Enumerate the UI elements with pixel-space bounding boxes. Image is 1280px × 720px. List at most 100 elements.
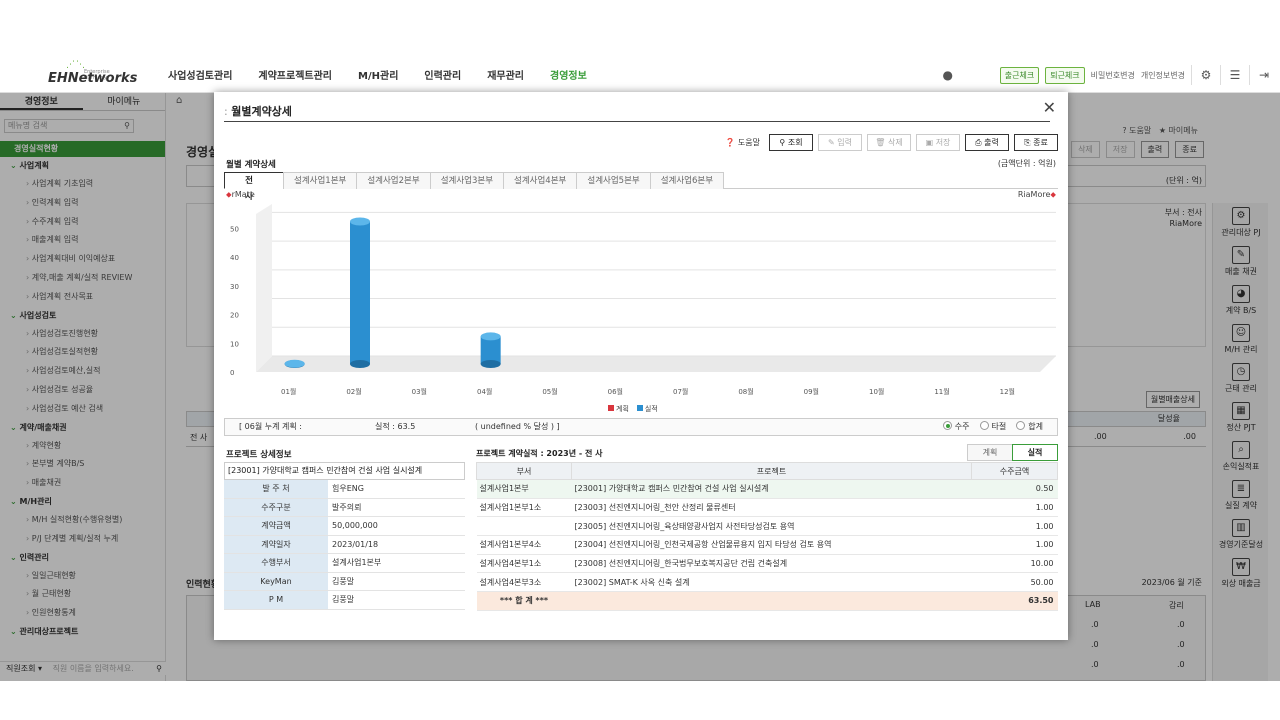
bar-actual	[480, 336, 501, 364]
divider	[1249, 65, 1250, 85]
bar-actual	[350, 221, 370, 364]
logo[interactable]: ⋰⋱ Enterprise Harmony EHNetworks	[44, 60, 138, 90]
menu-item[interactable]: 사업성검토관리	[168, 67, 232, 82]
x-tick-label: 12월	[1000, 387, 1015, 396]
monthly-contract-chart: 0 10 20 30 40 50 01월 02월 03월 04월 05월 06월 07월 08월 09월 10…	[224, 200, 1058, 418]
menu-icon[interactable]: ☰	[1227, 67, 1243, 83]
detail-project-name: [23001] 가양대학교 캠퍼스 민간참여 건설 사업 실시설계	[224, 462, 465, 480]
project-detail: [23001] 가양대학교 캠퍼스 민간참여 건설 사업 실시설계 발 주 처힘…	[224, 462, 465, 610]
tab-dept[interactable]: 설계사업1본부	[283, 172, 358, 189]
x-tick-label: 04월	[477, 387, 492, 396]
rmate-label: ⬥rMate	[226, 190, 255, 199]
dept-tabs: 전 사 설계사업1본부 설계사업2본부 설계사업3본부 설계사업4본부 설계사업…	[224, 172, 1058, 202]
plan-actual-tabs: 계획 실적	[967, 444, 1058, 461]
y-tick-label: 0	[230, 369, 234, 377]
search-button[interactable]: ⚲ 조회	[769, 134, 813, 151]
top-nav: ⋰⋱ Enterprise Harmony EHNetworks 사업성검토관리…	[0, 55, 1280, 93]
close-button[interactable]: ⎘ 종료	[1014, 134, 1058, 151]
checkin-button[interactable]: 출근체크	[999, 66, 1040, 84]
detail-row: 계약금액 50,000,000	[224, 517, 465, 536]
bar-actual-base	[350, 360, 370, 368]
y-tick-label: 20	[230, 312, 239, 320]
section-title: 프로젝트 계약실적 : 2023년 - 전 사	[476, 449, 603, 458]
nav-right: ● 출근체크 퇴근체크 비밀번호변경 개인정보변경 ⚙ ☰ ⇥	[940, 65, 1272, 85]
tab-dept[interactable]: 설계사업3본부	[429, 172, 505, 189]
table-row[interactable]: 설계사업1본부 [23001] 가양대학교 캠퍼스 민간참여 건설 사업 실시설계…	[476, 479, 1058, 499]
tab-dept[interactable]: 설계사업5본부	[576, 172, 651, 189]
help-button[interactable]: ❓ 도움말	[725, 137, 760, 148]
unit-label: (금액단위 : 억원)	[997, 159, 1056, 168]
menu-item-active[interactable]: 경영정보	[550, 67, 587, 82]
y-tick-label: 10	[230, 340, 239, 348]
logo-text: EHNetworks	[48, 71, 138, 86]
divider	[1220, 65, 1221, 85]
print-icon: ⎙	[975, 138, 982, 147]
x-tick-label: 07월	[673, 387, 688, 396]
x-tick-label: 01월	[281, 387, 296, 396]
legend-item-plan: 계획	[608, 404, 629, 414]
tab-plan[interactable]: 계획	[967, 444, 1013, 461]
checkout-button[interactable]: 퇴근체크	[1045, 66, 1085, 84]
tab-all[interactable]: 전 사	[224, 172, 284, 202]
col-header: 수주금액	[971, 462, 1058, 480]
radio-total[interactable]: 합계	[1016, 419, 1043, 435]
x-tick-label: 05월	[542, 387, 557, 396]
main-menu: 사업성검토관리 계약프로젝트관리 M/H관리 인력관리 재무관리 경영정보	[168, 67, 613, 82]
x-tick-label: 03월	[412, 387, 427, 396]
col-header: 부서	[476, 462, 572, 480]
save-button[interactable]: ▣ 저장	[916, 134, 960, 151]
contract-table: 부서 프로젝트 수주금액 설계사업1본부 [23001] 가양대학교 캠퍼스 민간…	[476, 462, 1058, 611]
exit-icon: ⎘	[1024, 138, 1031, 147]
total-row: *** 합 계 *** 63.50	[476, 591, 1058, 611]
radio-order[interactable]: 수주	[942, 419, 970, 435]
type-radio-group: 수주 타절 합계	[942, 419, 1043, 435]
modal-toolbar: ❓ 도움말 ⚲ 조회 ✎ 입력 🗑 삭제 ▣ 저장 ⎙ 출력 ⎘ 종료	[725, 134, 1058, 151]
detail-row: 발 주 처 힘우ENG	[224, 480, 465, 499]
table-row[interactable]: 설계사업1본부4소 [23004] 선진엔지니어링_인천국제공항 산업물류용지 입…	[476, 535, 1058, 555]
tab-dept[interactable]: 설계사업4본부	[503, 172, 578, 189]
section-title: 프로젝트 상세정보	[226, 450, 292, 460]
detail-row: 계약일자 2023/01/18	[224, 535, 465, 554]
menu-item[interactable]: 계약프로젝트관리	[258, 67, 332, 82]
divider	[1191, 65, 1192, 85]
x-tick-label: 02월	[346, 387, 361, 396]
tab-dept[interactable]: 설계사업6본부	[649, 172, 725, 189]
menu-item[interactable]: 인력관리	[424, 67, 461, 82]
table-row[interactable]: 설계사업4본부3소 [23002] SMAT-K 사옥 신축 설계 50.00	[476, 572, 1058, 593]
gear-icon[interactable]: ⚙	[1198, 67, 1214, 83]
tab-actual[interactable]: 실적	[1012, 444, 1058, 461]
radio-cancel[interactable]: 타절	[979, 419, 1006, 435]
table-row[interactable]: 설계사업4본부1소 [23008] 선진엔지니어링_한국법무보호복지공단 건립 건…	[476, 554, 1058, 574]
menu-item[interactable]: M/H관리	[358, 67, 398, 82]
print-button[interactable]: ⎙ 출력	[965, 134, 1009, 151]
user-icon[interactable]: ●	[940, 67, 956, 83]
summary-plan: [ 06월 누계 계획 :	[239, 422, 302, 431]
info-change-link[interactable]: 개인정보변경	[1141, 70, 1185, 81]
help-icon: ❓	[725, 138, 736, 147]
close-icon[interactable]: ✕	[1043, 98, 1056, 117]
chart-legend: 계획 실적	[608, 404, 658, 414]
detail-row: KeyMan 김풍말	[224, 572, 465, 591]
detail-row: P M 김풍말	[224, 591, 465, 610]
chart-side-wall	[256, 204, 272, 372]
x-tick-label: 10월	[869, 387, 884, 396]
bar-actual-base	[480, 360, 501, 368]
input-button[interactable]: ✎ 입력	[818, 134, 862, 151]
table-row[interactable]: 설계사업1본부1소 [23003] 선진엔지니어링_천안 산정리 물류센터 1.00	[476, 498, 1058, 518]
delete-button[interactable]: 🗑 삭제	[867, 134, 911, 151]
bar-actual-top	[284, 359, 305, 368]
tab-dept[interactable]: 설계사업2본부	[356, 172, 431, 189]
col-header: 프로젝트	[571, 462, 972, 480]
modal-title: 월별계약상세	[224, 103, 292, 119]
summary-rate: ( undefined % 달성 ) ]	[475, 422, 560, 431]
menu-item[interactable]: 재무관리	[487, 67, 524, 82]
x-tick-label: 09월	[804, 387, 819, 396]
y-tick-label: 40	[230, 254, 239, 262]
summary-bar: [ 06월 누계 계획 : 실적 : 63.5 ( undefined % 달성…	[224, 418, 1058, 436]
logout-icon[interactable]: ⇥	[1256, 67, 1272, 83]
password-change-link[interactable]: 비밀번호변경	[1091, 70, 1135, 81]
logo-dots-icon: ⋰⋱	[66, 60, 86, 70]
detail-row: 수주구분 발주의뢰	[224, 498, 465, 517]
divider	[224, 121, 1050, 122]
table-row[interactable]: [23005] 선진엔지니어링_육상태양광사업지 사전타당성검토 용역 1.00	[476, 516, 1058, 537]
